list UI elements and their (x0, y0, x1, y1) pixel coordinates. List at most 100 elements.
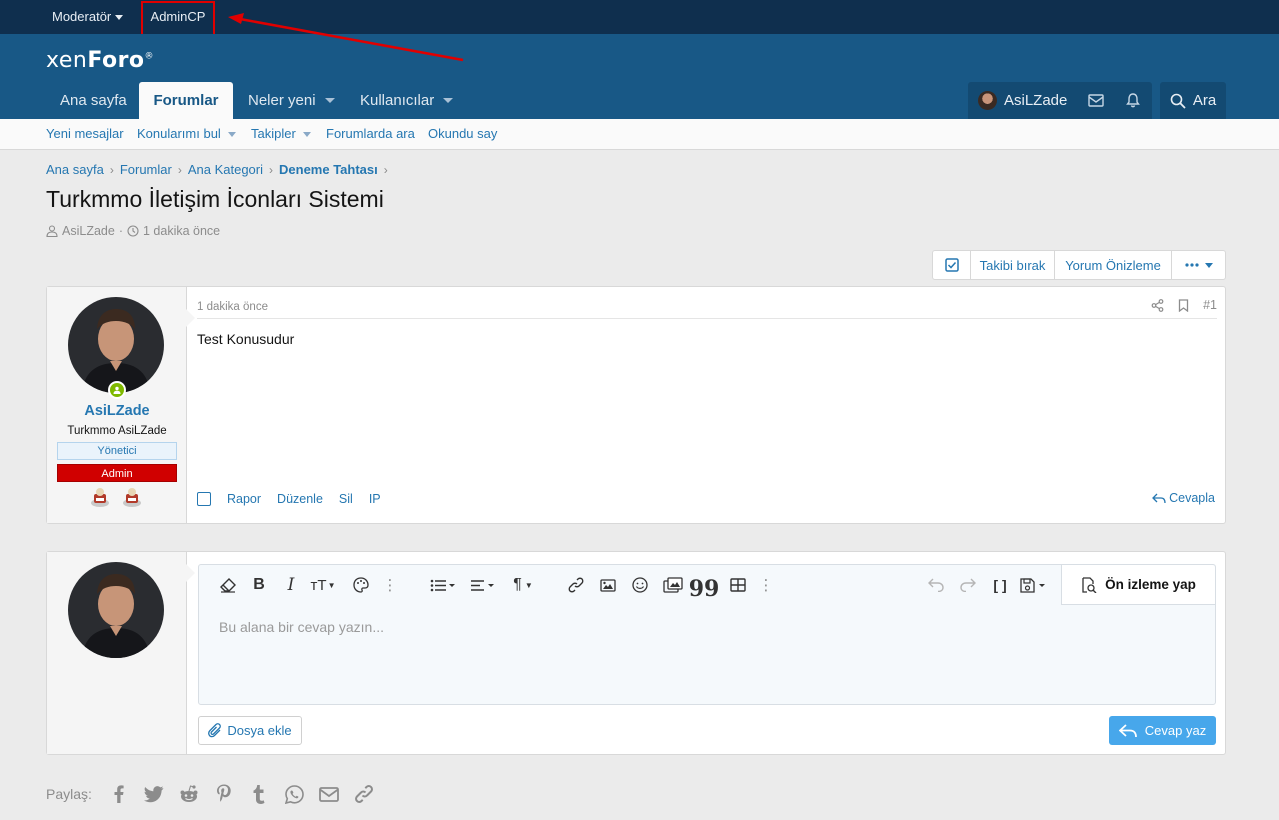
edit-link[interactable]: Düzenle (277, 492, 323, 506)
editor-toolbar: B I тT ▼ ⋮ ¶ ▼ 99 ⋮ [ ] Ön izleme yap (199, 565, 1215, 605)
tab-whats-new[interactable]: Neler yeni (234, 82, 349, 119)
admincp-link[interactable]: AdminCP (141, 1, 215, 37)
select-thread-button[interactable] (933, 251, 971, 279)
tab-forums[interactable]: Forumlar (139, 82, 233, 119)
thread-author[interactable]: AsiLZade (62, 224, 115, 238)
tab-home[interactable]: Ana sayfa (46, 82, 141, 119)
bold-icon[interactable]: B (249, 565, 269, 605)
subnav-mark-read[interactable]: Okundu say (428, 119, 497, 149)
clear-formatting-icon[interactable] (217, 565, 239, 605)
post-number[interactable]: #1 (1203, 298, 1217, 312)
more-insert-options-icon[interactable]: ⋮ (759, 565, 774, 605)
smiley-icon[interactable] (629, 565, 651, 605)
subnav-watched[interactable]: Takipler (251, 119, 311, 149)
bookmark-icon[interactable] (1178, 298, 1189, 312)
breadcrumb-forums[interactable]: Forumlar (120, 162, 172, 177)
drafts-icon[interactable] (1017, 565, 1051, 605)
color-palette-icon[interactable] (351, 565, 371, 605)
subnav-label: Konularımı bul (137, 126, 221, 141)
post-username[interactable]: AsiLZade (47, 403, 187, 419)
italic-icon[interactable]: I (281, 565, 301, 605)
align-icon[interactable] (467, 565, 499, 605)
trophy-icon[interactable] (121, 486, 143, 508)
checkbox-icon (944, 258, 959, 272)
moderator-menu[interactable]: Moderatör (52, 0, 124, 34)
reply-input[interactable]: Bu alana bir cevap yazın... (219, 619, 384, 635)
search-button[interactable]: Ara (1160, 82, 1226, 119)
report-link[interactable]: Rapor (227, 492, 261, 506)
account-link[interactable]: AsiLZade (968, 82, 1077, 119)
reply-editor: B I тT ▼ ⋮ ¶ ▼ 99 ⋮ [ ] Ön izleme yap Bu a… (198, 564, 1216, 705)
chevron-down-icon (1204, 262, 1213, 268)
inbox-icon[interactable] (1077, 82, 1114, 119)
image-icon[interactable] (597, 565, 619, 605)
staff-banner: Yönetici (57, 442, 177, 460)
attach-files-button[interactable]: Dosya ekle (198, 716, 302, 745)
clock-icon (127, 225, 139, 237)
account-username: AsiLZade (1004, 92, 1068, 109)
share-icon[interactable] (1151, 298, 1164, 312)
whatsapp-icon[interactable] (277, 782, 312, 806)
thread-meta: AsiLZade · 1 dakika önce (46, 224, 220, 238)
meta-separator: · (118, 224, 123, 238)
link-icon[interactable] (347, 782, 382, 806)
delete-link[interactable]: Sil (339, 492, 353, 506)
post-preview-button[interactable]: Yorum Önizleme (1055, 251, 1172, 279)
chevron-down-icon[interactable] (324, 98, 335, 103)
trophy-icon[interactable] (89, 486, 111, 508)
bell-icon[interactable] (1115, 82, 1152, 119)
chevron-right-icon: › (177, 162, 182, 177)
quote-icon[interactable]: 99 (689, 565, 720, 605)
avatar[interactable] (68, 297, 164, 393)
media-icon[interactable] (661, 565, 685, 605)
post-content: Test Konusudur (197, 331, 295, 347)
ip-link[interactable]: IP (369, 492, 381, 506)
paragraph-icon[interactable]: ¶ ▼ (507, 565, 539, 605)
subnav-new-posts[interactable]: Yeni mesajlar (46, 119, 124, 149)
editor-preview-button[interactable]: Ön izleme yap (1061, 565, 1215, 605)
pinterest-icon[interactable] (207, 782, 242, 806)
chevron-down-icon[interactable] (443, 98, 454, 103)
breadcrumb-category[interactable]: Ana Kategori (188, 162, 263, 177)
link-icon[interactable] (565, 565, 587, 605)
site-logo[interactable]: xenForo® (46, 48, 154, 73)
account-box: AsiLZade (968, 82, 1152, 119)
post-reply-button[interactable]: Cevap yaz (1109, 716, 1216, 745)
reddit-icon[interactable] (172, 782, 207, 806)
breadcrumb-home[interactable]: Ana sayfa (46, 162, 104, 177)
chevron-down-icon[interactable] (302, 131, 311, 137)
subnav-label: Takipler (251, 126, 296, 141)
facebook-icon[interactable] (102, 782, 137, 806)
reply-link[interactable]: Cevapla (1152, 491, 1215, 505)
email-icon[interactable] (312, 782, 347, 806)
thread-time[interactable]: 1 dakika önce (143, 224, 220, 238)
font-size-icon[interactable]: тT ▼ (307, 565, 339, 605)
redo-icon[interactable] (957, 565, 979, 605)
tumblr-icon[interactable] (242, 782, 277, 806)
post-date[interactable]: 1 dakika önce (197, 301, 268, 313)
user-icon (46, 225, 58, 237)
more-text-options-icon[interactable]: ⋮ (383, 565, 398, 605)
subnav-search-forums[interactable]: Forumlarda ara (326, 119, 415, 149)
tab-members[interactable]: Kullanıcılar (346, 82, 467, 119)
unwatch-button[interactable]: Takibi bırak (971, 251, 1055, 279)
post-divider (197, 318, 1217, 319)
more-options-button[interactable] (1172, 251, 1225, 279)
attach-label: Dosya ekle (227, 723, 292, 738)
breadcrumb-forum[interactable]: Deneme Tahtası (279, 162, 378, 177)
post-reply-label: Cevap yaz (1144, 723, 1207, 738)
site-header: xenForo® Ana sayfa Forumlar Neler yeni K… (0, 34, 1279, 119)
post-actions: Rapor Düzenle Sil IP (197, 492, 381, 506)
select-post-checkbox[interactable] (197, 492, 211, 506)
quick-reply: B I тT ▼ ⋮ ¶ ▼ 99 ⋮ [ ] Ön izleme yap Bu a… (46, 551, 1226, 755)
reply-label: Cevapla (1169, 491, 1215, 505)
bbcode-toggle-icon[interactable]: [ ] (989, 565, 1011, 605)
subnav-your-threads[interactable]: Konularımı bul (137, 119, 236, 149)
table-icon[interactable] (727, 565, 749, 605)
list-icon[interactable] (427, 565, 459, 605)
tab-whats-new-label: Neler yeni (248, 92, 316, 109)
chevron-down-icon[interactable] (227, 131, 236, 137)
avatar (978, 91, 997, 110)
undo-icon[interactable] (925, 565, 947, 605)
twitter-icon[interactable] (137, 782, 172, 806)
